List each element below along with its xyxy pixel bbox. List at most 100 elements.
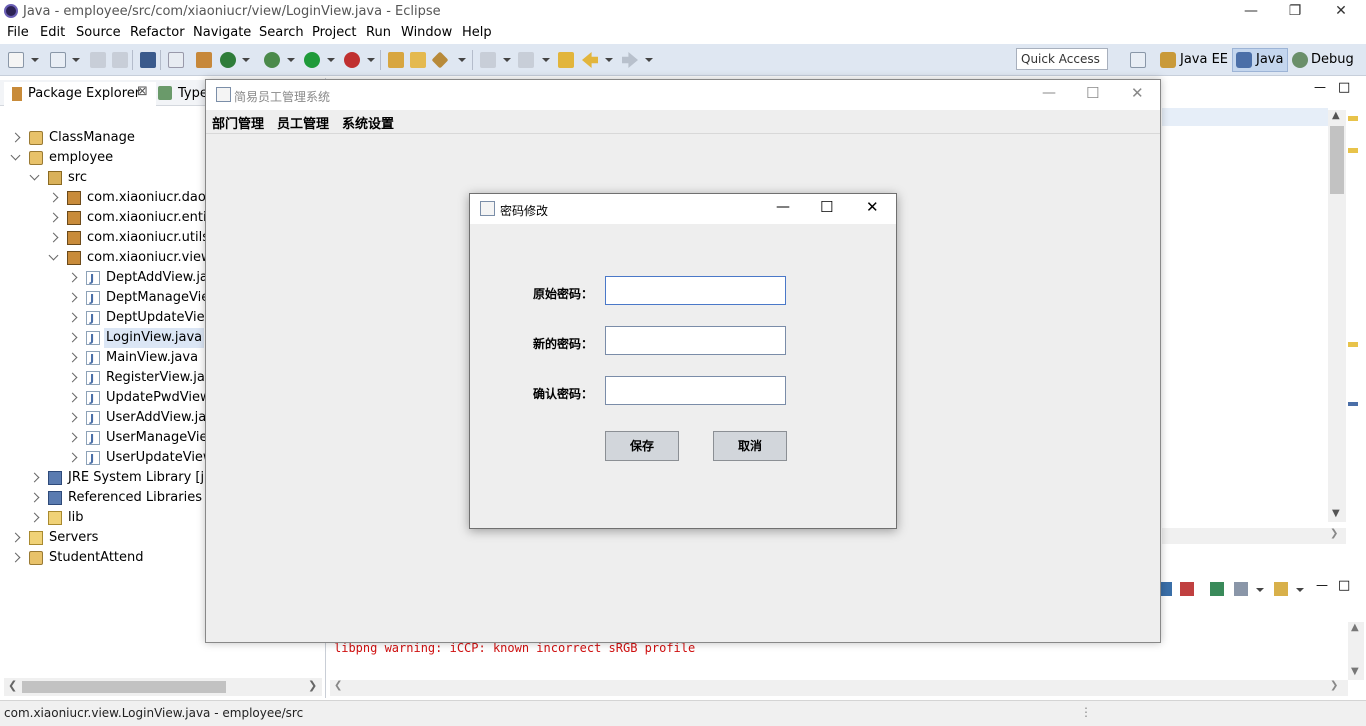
scroll-thumb[interactable] [22, 681, 226, 693]
scroll-left-icon[interactable]: ❮ [8, 679, 17, 692]
chevron-down-icon[interactable] [542, 58, 550, 62]
menu-employee-management[interactable]: 员工管理 [277, 113, 329, 132]
skip-breakpoints-icon[interactable] [168, 52, 184, 68]
cancel-button[interactable]: 取消 [713, 431, 787, 461]
quick-access-field[interactable]: Quick Access [1016, 48, 1108, 70]
menu-help[interactable]: Help [462, 25, 492, 40]
console-vscrollbar[interactable]: ▲ ▼ [1348, 622, 1364, 680]
overview-marker[interactable] [1348, 148, 1358, 153]
chevron-down-icon[interactable] [503, 58, 511, 62]
maximize-button[interactable]: ☐ [820, 198, 833, 216]
menu-run[interactable]: Run [366, 25, 391, 40]
chevron-right-icon[interactable] [10, 132, 21, 143]
chevron-right-icon[interactable] [48, 212, 59, 223]
prev-annotation-icon[interactable] [518, 52, 534, 68]
confirm-password-input[interactable] [605, 376, 786, 405]
perspective-java[interactable]: Java [1256, 52, 1283, 67]
forward-arrow-icon[interactable] [622, 52, 638, 68]
scroll-up-icon[interactable]: ▲ [1332, 110, 1340, 121]
chevron-right-icon[interactable] [67, 432, 78, 443]
overview-marker[interactable] [1348, 116, 1358, 121]
menu-window[interactable]: Window [401, 25, 452, 40]
chevron-down-icon[interactable] [458, 58, 466, 62]
perspective-java-ee[interactable]: Java EE [1180, 52, 1228, 67]
console-hscrollbar[interactable]: ❮ ❯ [330, 680, 1348, 696]
new-icon[interactable] [8, 52, 24, 68]
menu-source[interactable]: Source [76, 25, 121, 40]
scroll-down-icon[interactable]: ▼ [1332, 508, 1340, 519]
restore-button[interactable]: ❐ [1272, 0, 1318, 23]
refresh-icon[interactable] [220, 52, 236, 68]
explorer-hscrollbar[interactable]: ❮ ❯ [4, 678, 322, 696]
open-perspective-icon[interactable] [1130, 52, 1146, 68]
scroll-down-icon[interactable]: ▼ [1351, 666, 1359, 677]
last-edit-icon[interactable] [558, 52, 574, 68]
debug-icon[interactable] [264, 52, 280, 68]
menu-navigate[interactable]: Navigate [193, 25, 251, 40]
pin-console-icon[interactable] [1210, 582, 1224, 596]
close-button[interactable]: ✕ [1131, 84, 1144, 102]
save-icon[interactable] [90, 52, 106, 68]
chevron-right-icon[interactable] [29, 512, 40, 523]
remove-launch-icon[interactable] [1180, 582, 1194, 596]
menu-edit[interactable]: Edit [40, 25, 65, 40]
menu-search[interactable]: Search [259, 25, 304, 40]
scroll-left-icon[interactable]: ❮ [334, 680, 342, 691]
scroll-right-icon[interactable]: ❯ [1330, 680, 1338, 691]
minimize-button[interactable]: — [1228, 0, 1274, 23]
close-button[interactable]: ✕ [866, 198, 879, 216]
scroll-right-icon[interactable]: ❯ [308, 679, 317, 692]
close-button[interactable]: ✕ [1318, 0, 1364, 23]
external-tools-icon[interactable] [344, 52, 360, 68]
chevron-right-icon[interactable] [67, 452, 78, 463]
chevron-down-icon[interactable] [367, 58, 375, 62]
back-arrow-icon[interactable] [582, 52, 598, 68]
chevron-right-icon[interactable] [29, 472, 40, 483]
save-all-icon[interactable] [112, 52, 128, 68]
close-tab-icon[interactable]: ⊠ [137, 84, 148, 99]
scroll-thumb[interactable] [1330, 126, 1344, 194]
chevron-down-icon[interactable] [1256, 588, 1264, 592]
overview-marker[interactable] [1348, 402, 1358, 406]
minimize-view-icon[interactable]: — [1316, 578, 1328, 592]
run-icon[interactable] [304, 52, 320, 68]
chevron-right-icon[interactable] [29, 492, 40, 503]
menu-file[interactable]: File [7, 25, 29, 40]
menu-dept-management[interactable]: 部门管理 [212, 113, 264, 132]
chevron-right-icon[interactable] [10, 532, 21, 543]
open-type-icon[interactable] [388, 52, 404, 68]
chevron-down-icon[interactable] [327, 58, 335, 62]
chevron-down-icon[interactable] [10, 150, 21, 161]
next-annotation-icon[interactable] [480, 52, 496, 68]
new-project-icon[interactable] [50, 52, 66, 68]
editor-vscrollbar[interactable]: ▲ ▼ [1328, 110, 1346, 522]
menu-project[interactable]: Project [312, 25, 356, 40]
chevron-down-icon[interactable] [242, 58, 250, 62]
maximize-view-icon[interactable]: □ [1338, 578, 1350, 593]
chevron-right-icon[interactable] [67, 332, 78, 343]
console-icon[interactable] [140, 52, 156, 68]
menu-refactor[interactable]: Refactor [130, 25, 185, 40]
old-password-input[interactable] [605, 276, 786, 305]
chevron-down-icon[interactable] [287, 58, 295, 62]
open-console-icon[interactable] [1274, 582, 1288, 596]
chevron-right-icon[interactable] [48, 232, 59, 243]
chevron-right-icon[interactable] [67, 352, 78, 363]
editor-hscrollbar[interactable]: ❯ [1162, 528, 1346, 544]
minimize-button[interactable]: — [1042, 85, 1056, 101]
chevron-right-icon[interactable] [67, 412, 78, 423]
tab-type-hierarchy[interactable]: Type [178, 86, 208, 101]
scroll-right-icon[interactable]: ❯ [1330, 528, 1338, 539]
chevron-right-icon[interactable] [67, 272, 78, 283]
chevron-right-icon[interactable] [67, 292, 78, 303]
new-password-input[interactable] [605, 326, 786, 355]
open-folder-icon[interactable] [410, 52, 426, 68]
chevron-right-icon[interactable] [67, 312, 78, 323]
display-console-icon[interactable] [1234, 582, 1248, 596]
chevron-down-icon[interactable] [645, 58, 653, 62]
save-button[interactable]: 保存 [605, 431, 679, 461]
chevron-right-icon[interactable] [67, 372, 78, 383]
pencil-icon[interactable] [431, 51, 449, 69]
chevron-down-icon[interactable] [29, 170, 40, 181]
minimize-view-icon[interactable]: — [1314, 80, 1326, 94]
